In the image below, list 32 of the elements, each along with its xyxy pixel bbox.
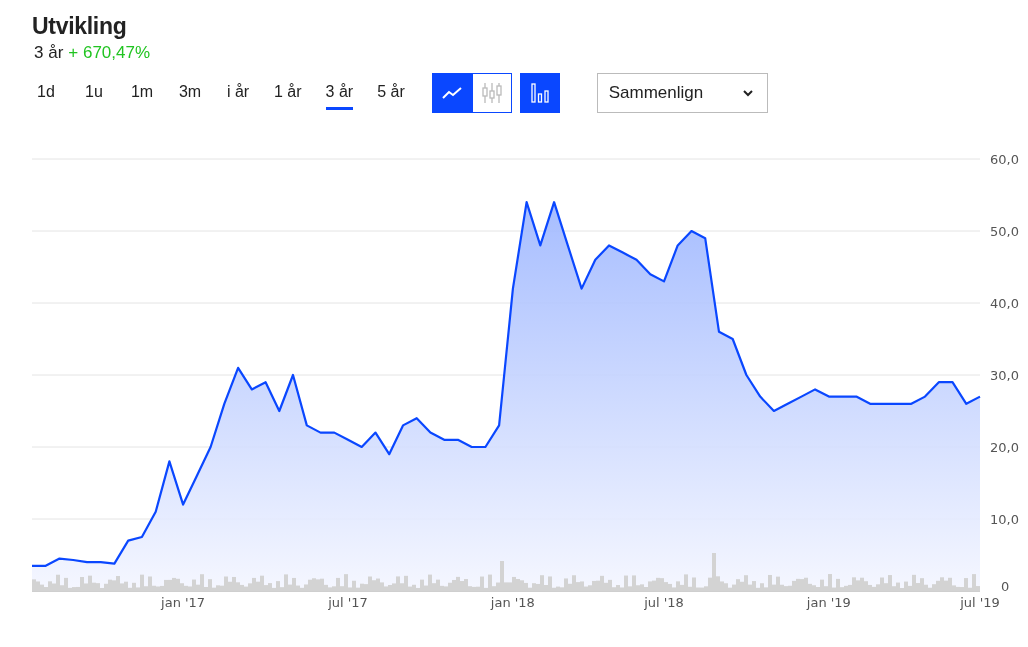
compare-dropdown[interactable]: Sammenlign	[596, 73, 768, 113]
range-tab[interactable]: i år	[226, 76, 250, 110]
line-chart-button[interactable]	[431, 73, 472, 113]
candlestick-icon	[480, 82, 503, 104]
bar-chart-icon	[530, 83, 549, 103]
period-label: 3 år	[34, 43, 64, 62]
range-tab[interactable]: 1 år	[274, 76, 302, 110]
y-axis-label: 30,0	[990, 368, 1019, 383]
volume-toggle-button[interactable]	[519, 73, 560, 113]
y-axis-label: 40,0	[990, 296, 1019, 311]
x-axis-label: jul '19	[960, 595, 1000, 610]
x-axis-label: jan '19	[806, 595, 851, 610]
range-tab[interactable]: 3 år	[325, 76, 354, 110]
section-title: Utvikling	[32, 12, 127, 40]
x-axis-label: jul '18	[644, 595, 684, 610]
change-value: + 670,47%	[68, 43, 151, 62]
range-tab[interactable]: 1u	[82, 76, 106, 110]
line-chart-icon	[441, 87, 462, 99]
y-axis-label: 50,0	[990, 224, 1019, 239]
x-axis-label: jan '18	[490, 595, 535, 610]
x-axis-label: jul '17	[328, 595, 368, 610]
y-axis-label: 20,0	[990, 440, 1019, 455]
chevron-down-icon	[742, 89, 753, 97]
y-axis-label: 10,0	[990, 512, 1019, 527]
y-axis-label: 60,0	[990, 152, 1019, 167]
range-tab[interactable]: 5 år	[377, 76, 405, 110]
range-tab[interactable]: 3m	[178, 76, 202, 110]
candlestick-chart-button[interactable]	[471, 73, 512, 113]
x-axis-label: jan '17	[161, 595, 206, 610]
range-tab[interactable]: 1d	[34, 76, 58, 110]
y-axis-label: 0	[1001, 579, 1010, 594]
range-tab[interactable]: 1m	[130, 76, 154, 110]
